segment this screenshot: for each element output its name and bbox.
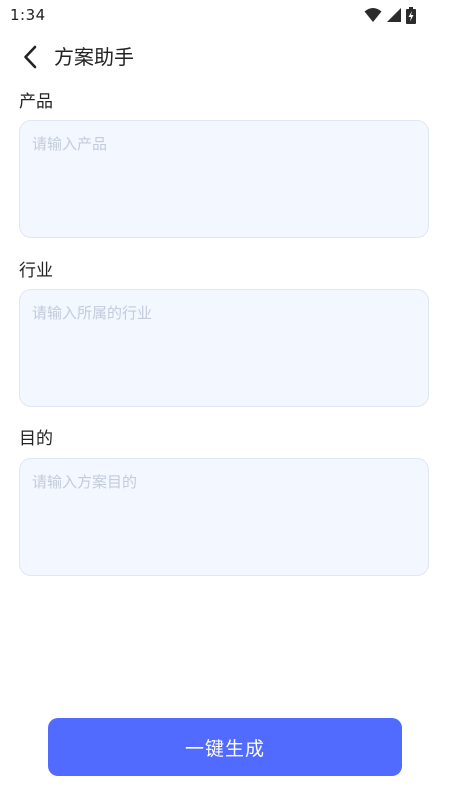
status-bar: 1:34 — [0, 0, 450, 32]
app-screen: 1:34 方案助手 产品 请输入产品 行业 请输入所属的行业 目的 请输入方案目… — [0, 0, 450, 800]
status-icons — [364, 6, 416, 24]
industry-input[interactable] — [19, 289, 429, 407]
generate-button[interactable]: 一键生成 — [48, 718, 402, 776]
header: 方案助手 — [0, 36, 450, 78]
chevron-left-icon — [18, 45, 44, 74]
page-title: 方案助手 — [54, 45, 134, 69]
purpose-input[interactable] — [19, 458, 429, 576]
product-input[interactable] — [19, 120, 429, 238]
back-button[interactable] — [18, 44, 44, 70]
battery-charging-icon — [406, 6, 416, 24]
industry-label: 行业 — [19, 261, 53, 281]
wifi-icon — [364, 7, 382, 23]
purpose-label: 目的 — [19, 429, 53, 449]
product-label: 产品 — [19, 92, 53, 112]
cellular-signal-icon — [386, 7, 402, 23]
status-time: 1:34 — [10, 6, 46, 24]
